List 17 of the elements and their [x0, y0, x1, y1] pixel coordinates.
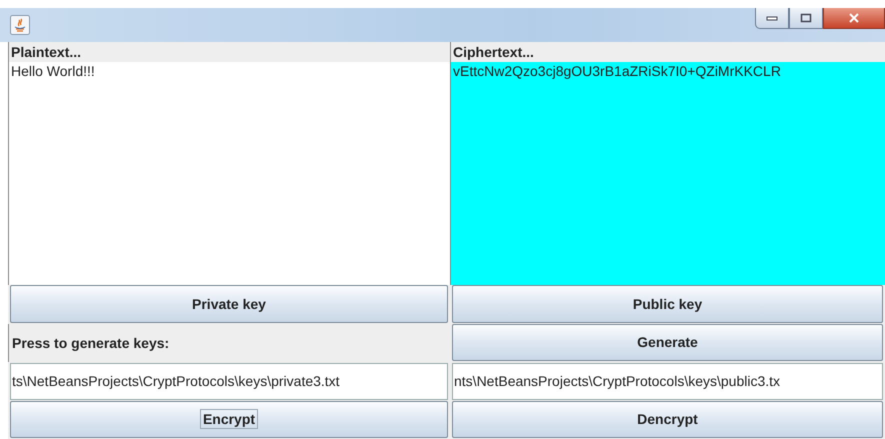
- action-button[interactable]: Public key: [452, 285, 883, 322]
- maximize-button[interactable]: [789, 8, 823, 29]
- maximize-icon: [800, 13, 812, 23]
- action-button[interactable]: Dencrypt: [452, 400, 883, 438]
- close-button[interactable]: [823, 8, 885, 29]
- minimize-button[interactable]: [755, 8, 789, 29]
- minimize-icon: [766, 15, 778, 21]
- java-app-icon[interactable]: [10, 15, 30, 35]
- path-field[interactable]: ts\NetBeansProjects\CryptProtocols\keys\private3.txt: [10, 363, 448, 400]
- action-button[interactable]: Encrypt: [10, 400, 448, 438]
- instruction-label: Press to generate keys:: [8, 324, 450, 362]
- path-field[interactable]: nts\NetBeansProjects\CryptProtocols\keys\public3.tx: [452, 363, 883, 400]
- ciphertext-area[interactable]: vEttcNw2Qzo3cj8gOU3rB1aZRiSk7I0+QZiMrKKCLR: [451, 62, 885, 285]
- action-button[interactable]: Private key: [10, 285, 448, 322]
- plaintext-area[interactable]: Hello World!!!: [9, 62, 450, 285]
- action-button[interactable]: Generate: [452, 324, 883, 361]
- close-icon: [848, 13, 860, 23]
